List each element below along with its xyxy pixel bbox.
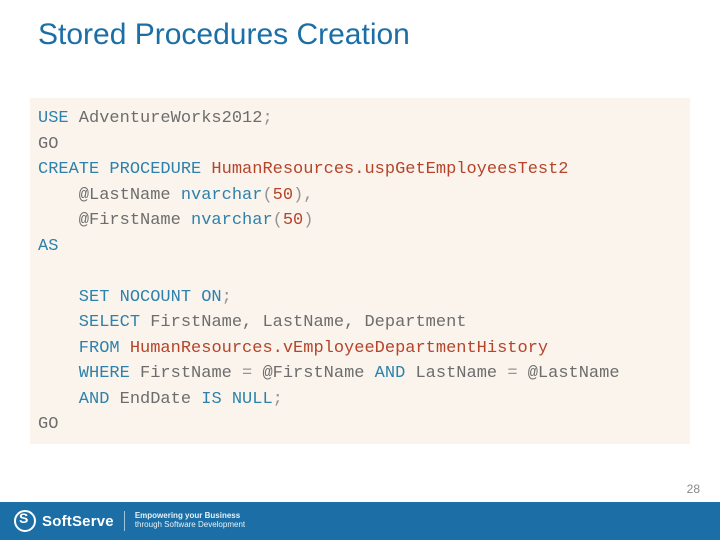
param-lastname: @LastName [38, 186, 181, 205]
paren-open-1: ( [262, 186, 272, 205]
semicolon: ; [262, 109, 272, 128]
paren-close-2: ) [303, 211, 313, 230]
where-p2: @LastName [518, 364, 620, 383]
type-nvarchar-2: nvarchar [191, 211, 273, 230]
go-1: GO [38, 135, 58, 154]
eq-1: = [242, 364, 252, 383]
eq-2: = [507, 364, 517, 383]
db-name: AdventureWorks2012 [69, 109, 263, 128]
num-50-1: 50 [273, 186, 293, 205]
where-col1: FirstName [130, 364, 242, 383]
select-cols: FirstName, LastName, Department [140, 313, 466, 332]
brand-tagline: Empowering your Business through Softwar… [135, 512, 245, 530]
footer-bar: SoftServe Empowering your Business throu… [0, 502, 720, 540]
type-nvarchar-1: nvarchar [181, 186, 263, 205]
kw-use: USE [38, 109, 69, 128]
param-firstname: @FirstName [38, 211, 191, 230]
brand-logo-icon [14, 510, 36, 532]
kw-set-nocount: SET NOCOUNT ON [38, 288, 222, 307]
kw-create-procedure: CREATE PROCEDURE [38, 160, 201, 179]
enddate-col: EndDate [109, 390, 201, 409]
kw-is: IS [201, 390, 221, 409]
paren-close-1: ), [293, 186, 313, 205]
kw-null: NULL [232, 390, 273, 409]
tagline-line2: through Software Development [135, 521, 245, 530]
semicolon-2: ; [222, 288, 232, 307]
kw-and-1: AND [375, 364, 406, 383]
where-col2: LastName [405, 364, 507, 383]
slide-title: Stored Procedures Creation [38, 18, 410, 52]
proc-name: HumanResources.uspGetEmployeesTest2 [201, 160, 568, 179]
footer-divider [124, 511, 125, 531]
go-2: GO [38, 415, 58, 434]
paren-open-2: ( [273, 211, 283, 230]
semicolon-3: ; [273, 390, 283, 409]
page-number: 28 [687, 482, 700, 496]
brand-name: SoftServe [42, 513, 114, 530]
space [222, 390, 232, 409]
kw-and-2: AND [38, 390, 109, 409]
kw-from: FROM [38, 339, 120, 358]
kw-as: AS [38, 237, 58, 256]
code-block: USE AdventureWorks2012; GO CREATE PROCED… [30, 98, 690, 444]
kw-select: SELECT [38, 313, 140, 332]
where-p1: @FirstName [252, 364, 374, 383]
num-50-2: 50 [283, 211, 303, 230]
kw-where: WHERE [38, 364, 130, 383]
from-table: HumanResources.vEmployeeDepartmentHistor… [120, 339, 548, 358]
